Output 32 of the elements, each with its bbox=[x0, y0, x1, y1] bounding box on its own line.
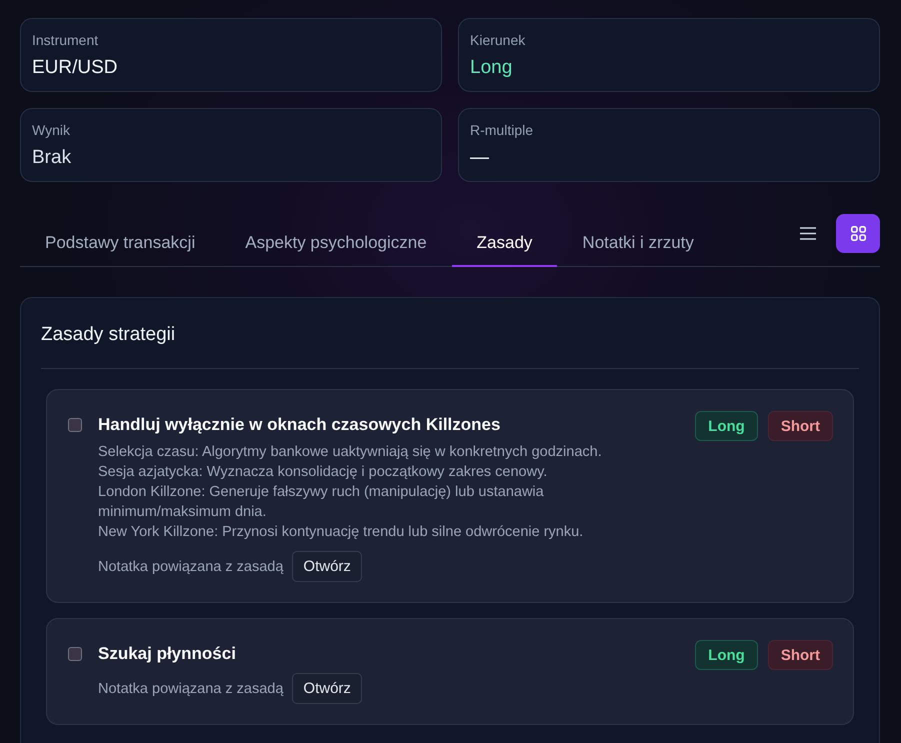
field-value: — bbox=[470, 146, 489, 170]
short-button[interactable]: Short bbox=[768, 640, 833, 670]
field-value: Long bbox=[470, 56, 512, 80]
field-value: EUR/USD bbox=[32, 56, 118, 80]
tab[interactable]: Zasady bbox=[452, 211, 558, 267]
checkbox[interactable] bbox=[68, 647, 82, 661]
grid-view-button[interactable] bbox=[836, 214, 880, 253]
grid-icon bbox=[850, 226, 866, 241]
checkbox[interactable] bbox=[68, 418, 82, 432]
description-line: Selekcja czasu: Algorytmy bankowe uaktywniają się w konkretnych godzinach. bbox=[98, 443, 603, 462]
description-line: London Killzone: Generuje fałszywy ruch (manipulację) lub ustanawia minimum/maksimum dnia. bbox=[98, 483, 545, 522]
tab[interactable]: Aspekty psychologiczne bbox=[220, 211, 452, 267]
description-line: New York Killzone: Przynosi kontynuację trendu lub silne odwrócenie rynku. bbox=[98, 523, 584, 542]
field-label: R-multiple bbox=[470, 121, 534, 139]
open-button[interactable]: Otwórz bbox=[292, 673, 362, 704]
note-label: Notatka powiązana z zasadą bbox=[98, 558, 284, 574]
short-button[interactable]: Short bbox=[768, 411, 833, 441]
field-label: Wynik bbox=[32, 121, 70, 139]
tab[interactable]: Notatki i zrzuty bbox=[557, 211, 719, 267]
long-button[interactable]: Long bbox=[695, 411, 758, 441]
rule-title: Szukaj płynności bbox=[98, 643, 236, 665]
field-value: Brak bbox=[32, 146, 72, 170]
menu-icon bbox=[800, 227, 816, 240]
tab[interactable]: Podstawy transakcji bbox=[20, 211, 220, 267]
note-label: Notatka powiązana z zasadą bbox=[98, 680, 284, 696]
long-button[interactable]: Long bbox=[695, 640, 758, 670]
rule-title: Handluj wyłącznie w oknach czasowych Killzones bbox=[98, 414, 500, 436]
field-label: Instrument bbox=[32, 31, 98, 49]
open-button[interactable]: Otwórz bbox=[292, 551, 362, 582]
panel-title: Zasady strategii bbox=[41, 323, 176, 347]
field-label: Kierunek bbox=[470, 31, 526, 49]
description-line: Sesja azjatycka: Wyznacza konsolidację i początkowy zakres cenowy. bbox=[98, 463, 548, 482]
